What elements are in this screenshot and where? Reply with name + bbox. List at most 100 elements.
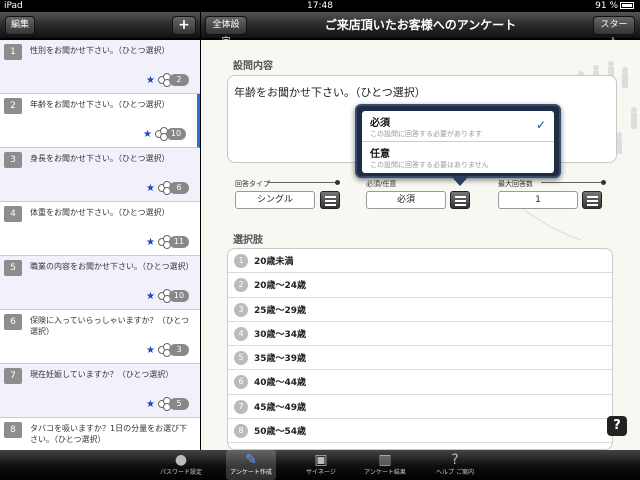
checkmark-icon: ✓ (535, 118, 546, 132)
question-item-7[interactable]: 7 現在妊娠していますか？（ひとつ選択） ★ 5 (0, 364, 200, 418)
choice-item[interactable]: 2 20歳〜24歳 (228, 273, 612, 298)
choice-number: 3 (234, 302, 248, 317)
choice-number: 6 (234, 375, 248, 390)
option-title: 任意 (370, 149, 390, 160)
tab-password-settings[interactable]: ● パスワード設定 (156, 450, 206, 480)
answer-type-field[interactable]: シングル (235, 191, 315, 209)
choice-text: 40歳〜44歳 (254, 378, 307, 389)
choices-label: 選択肢 (233, 235, 263, 246)
question-item-5[interactable]: 5 職業の内容をお聞かせ下さい。（ひとつ選択） ★ 10 (0, 256, 200, 310)
person-icon: ● (174, 452, 188, 468)
popover-option-required[interactable]: 必須 この設問に回答する必要があります ✓ (362, 111, 554, 142)
choice-count-badge: 2 (158, 73, 192, 87)
popover-option-optional[interactable]: 任意 この設問に回答する必要はありません (362, 142, 554, 173)
choice-item[interactable]: 8 50歳〜54歳 (228, 419, 612, 444)
divider-line (541, 182, 603, 183)
choice-count-badge: 5 (158, 397, 192, 411)
choice-item[interactable]: 3 25歳〜29歳 (228, 298, 612, 322)
battery-icon (620, 2, 634, 9)
answer-type-list-icon[interactable] (320, 191, 340, 209)
question-item-4[interactable]: 4 体重をお聞かせ下さい。（ひとつ選択） ★ 11 (0, 202, 200, 256)
choice-text: 35歳〜39歳 (254, 354, 307, 365)
required-label: 必須/任意 (366, 180, 397, 188)
choice-number: 5 (234, 351, 248, 366)
question-item-3[interactable]: 3 身長をお聞かせ下さい。（ひとつ選択） ★ 6 (0, 148, 200, 202)
question-number: 4 (4, 206, 22, 222)
choices-list: 1 20歳未満 2 20歳〜24歳 3 25歳〜29歳 4 30歳〜34歳 5 35歳〜3… (227, 248, 613, 450)
help-icon: ? (451, 452, 459, 468)
question-detail-pane: 設問内容 年齢をお聞かせ下さい。（ひとつ選択） 回答タイプ シングル 必須/任意… (201, 40, 640, 450)
choice-number: 1 (234, 254, 248, 268)
question-text: 現在妊娠していますか？（ひとつ選択） (30, 370, 174, 379)
battery-percent: 91 % (595, 1, 618, 11)
max-answers-list-icon[interactable] (582, 191, 602, 209)
tab-survey-results[interactable]: ▥ アンケート結果 (360, 450, 410, 480)
question-number: 8 (4, 422, 22, 438)
required-popover: 必須 この設問に回答する必要があります ✓ 任意 この設問に回答する必要はありま… (355, 104, 561, 178)
choice-text: 20歳〜24歳 (254, 281, 307, 292)
chart-icon: ▥ (378, 452, 392, 468)
dot-icon (335, 180, 340, 185)
option-subtitle: この設問に回答する必要があります (370, 130, 482, 138)
battery-indicator: 91 % (595, 0, 634, 12)
choice-count-badge: 3 (158, 343, 192, 357)
dot-icon (601, 180, 606, 185)
question-content-label: 設問内容 (233, 61, 273, 72)
question-text: 保険に入っていらっしゃいますか？（ひとつ選択） (30, 316, 190, 336)
question-item-2[interactable]: 2 年齢をお聞かせ下さい。（ひとつ選択） ★ 10 (0, 94, 200, 148)
question-text: 体重をお聞かせ下さい。（ひとつ選択） (30, 208, 170, 217)
question-item-1[interactable]: 1 性別をお聞かせ下さい。（ひとつ選択） ★ 2 (0, 40, 200, 94)
question-item-8[interactable]: 8 タバコを吸いますか？1日の分量をお選び下さい。（ひとつ選択） (0, 418, 200, 450)
choice-item[interactable]: 6 40歳〜44歳 (228, 370, 612, 395)
start-button[interactable]: スタート (593, 16, 635, 47)
all-settings-button[interactable]: 全体設定 (205, 16, 247, 47)
choice-item[interactable]: 7 45歳〜49歳 (228, 395, 612, 420)
add-question-button[interactable]: + (172, 16, 196, 35)
tab-survey-create[interactable]: ✎ アンケート作成 (226, 450, 276, 480)
choice-number: 7 (234, 399, 248, 414)
question-number: 5 (4, 260, 22, 276)
question-number: 7 (4, 368, 22, 384)
help-button[interactable]: ? (607, 416, 627, 436)
choice-count-badge: 10 (158, 289, 192, 303)
tab-bar: ● パスワード設定 ✎ アンケート作成 ▣ サイネージ ▥ アンケート結果 ? … (0, 450, 640, 480)
question-text: 身長をお聞かせ下さい。（ひとつ選択） (30, 154, 170, 163)
question-item-6[interactable]: 6 保険に入っていらっしゃいますか？（ひとつ選択） ★ 3 (0, 310, 200, 364)
status-bar: iPad 17:48 91 % (0, 0, 640, 12)
page-title: ご来店頂いたお客様へのアンケート (324, 18, 517, 32)
max-answers-label: 最大回答数 (498, 180, 533, 188)
edit-button[interactable]: 編集 (5, 16, 35, 35)
choice-item[interactable]: 1 20歳未満 (228, 249, 612, 274)
choice-text: 20歳未満 (254, 257, 294, 267)
question-list-header: 編集 + (0, 12, 200, 39)
choice-text: 50歳〜54歳 (254, 427, 307, 438)
question-text: 職業の内容をお聞かせ下さい。（ひとつ選択） (30, 262, 194, 271)
question-number: 1 (4, 44, 22, 60)
question-text: 年齢をお聞かせ下さい。（ひとつ選択） (30, 100, 170, 109)
edit-icon: ✎ (245, 452, 257, 468)
choice-text: 30歳〜34歳 (254, 329, 307, 340)
required-star-icon: ★ (143, 128, 152, 140)
popover-arrow (451, 176, 469, 186)
choice-count-badge: 10 (155, 127, 189, 141)
choice-item[interactable]: 4 30歳〜34歳 (228, 322, 612, 347)
required-star-icon: ★ (146, 290, 155, 302)
signage-icon: ▣ (314, 452, 328, 468)
question-text: タバコを吸いますか？1日の分量をお選び下さい。（ひとつ選択） (30, 424, 188, 444)
choice-count-badge: 11 (158, 235, 192, 249)
required-star-icon: ★ (146, 74, 155, 86)
question-number: 2 (4, 98, 22, 114)
choice-item[interactable]: 5 35歳〜39歳 (228, 346, 612, 371)
question-number: 6 (4, 314, 22, 330)
required-field[interactable]: 必須 (366, 191, 446, 209)
option-subtitle: この設問に回答する必要はありません (370, 161, 489, 169)
choice-number: 8 (234, 424, 248, 439)
max-answers-field[interactable]: 1 (498, 191, 578, 209)
tab-signage[interactable]: ▣ サイネージ (296, 450, 346, 480)
detail-header: ご来店頂いたお客様へのアンケート 全体設定 スタート (201, 12, 640, 47)
required-star-icon: ★ (146, 182, 155, 194)
answer-type-label: 回答タイプ (235, 180, 270, 188)
question-number: 3 (4, 152, 22, 168)
tab-help[interactable]: ? ヘルプ ご案内 (430, 450, 480, 480)
required-list-icon[interactable] (450, 191, 470, 209)
